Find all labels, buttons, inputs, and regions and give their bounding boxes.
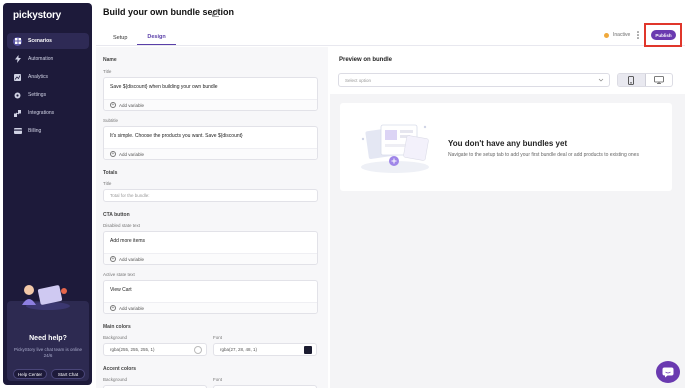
accent-font-label: Font: [213, 377, 223, 382]
empty-state-title: You don't have any bundles yet: [448, 139, 568, 148]
plus-circle-icon: +: [110, 150, 116, 157]
subtitle-value: It's simple. Choose the products you wan…: [110, 133, 243, 139]
totals-title-input[interactable]: Total for the bundle:: [103, 189, 318, 202]
add-variable-label: Add variable: [119, 256, 145, 262]
sidebar-item-label: Integrations: [28, 110, 55, 116]
sidebar-item-label: Billing: [28, 128, 42, 134]
background-color-value: rgba(255, 255, 255, 1): [110, 347, 155, 352]
start-chat-button[interactable]: Start Chat: [51, 369, 85, 379]
add-variable-button[interactable]: + Add variable: [104, 253, 317, 264]
mobile-view-button[interactable]: [618, 74, 646, 86]
plus-circle-icon: +: [110, 101, 116, 108]
add-variable-button[interactable]: + Add variable: [104, 148, 317, 159]
grid-icon: [13, 36, 22, 46]
add-variable-label: Add variable: [119, 305, 145, 311]
sidebar: pickystory Scenarios Automation Analytic…: [3, 3, 92, 385]
device-toggle: [617, 73, 673, 87]
gear-icon: [13, 91, 22, 100]
active-state-value: View Cart: [110, 287, 132, 293]
desktop-view-button[interactable]: [646, 74, 673, 86]
active-state-label: Active state text: [103, 272, 135, 277]
sidebar-item-integrations[interactable]: Integrations: [7, 105, 89, 121]
font-label: Font: [213, 335, 223, 340]
help-card: Need help? PickyStory live chat team is …: [7, 285, 89, 381]
card-icon: [13, 127, 22, 136]
plus-circle-icon: +: [110, 255, 116, 262]
sidebar-item-billing[interactable]: Billing: [7, 123, 89, 139]
chart-icon: [13, 73, 22, 82]
help-title: Need help?: [29, 335, 67, 342]
chevron-down-icon: [598, 78, 604, 82]
chat-icon: [662, 367, 674, 377]
status-text: Inactive: [613, 32, 631, 38]
disabled-state-label: Disabled state text: [103, 223, 141, 228]
color-swatch[interactable]: [304, 346, 312, 354]
sidebar-item-label: Analytics: [28, 74, 49, 80]
more-vertical-icon[interactable]: [636, 31, 640, 39]
disabled-state-value: Add more items: [110, 238, 146, 244]
background-color-input[interactable]: rgba(255, 255, 255, 1): [103, 343, 207, 356]
title-value: Save ${discount} when building your own …: [110, 84, 218, 90]
mobile-icon: [628, 75, 635, 85]
font-color-input[interactable]: rgba(27, 28, 48, 1): [213, 343, 317, 356]
logo[interactable]: pickystory: [13, 10, 61, 21]
help-center-button[interactable]: Help Center: [13, 369, 47, 379]
tab-design[interactable]: Design: [137, 30, 176, 45]
subtitle-field[interactable]: It's simple. Choose the products you wan…: [103, 126, 318, 160]
publish-button[interactable]: Publish: [651, 30, 676, 40]
integrations-icon: [13, 109, 22, 118]
add-variable-button[interactable]: + Add variable: [104, 302, 317, 313]
tab-bar: Setup Design: [103, 30, 176, 45]
background-label: Background: [103, 335, 128, 340]
empty-bundle-illustration-icon: [361, 124, 429, 173]
select-placeholder: Select option: [345, 77, 372, 83]
name-section-heading: Name: [103, 57, 117, 63]
add-variable-button[interactable]: + Add variable: [104, 99, 317, 110]
bundle-select[interactable]: Select option: [338, 73, 610, 87]
title-field[interactable]: Save ${discount} when building your own …: [103, 77, 318, 111]
tab-setup[interactable]: Setup: [103, 30, 137, 45]
add-variable-label: Add variable: [119, 102, 145, 108]
cta-section-heading: CTA button: [103, 212, 130, 218]
tab-divider: [96, 45, 685, 46]
pencil-icon[interactable]: [211, 8, 220, 17]
disabled-state-field[interactable]: Add more items + Add variable: [103, 231, 318, 265]
plus-circle-icon: +: [110, 304, 116, 311]
sidebar-item-settings[interactable]: Settings: [7, 87, 89, 103]
sidebar-item-label: Settings: [28, 92, 47, 98]
desktop-icon: [653, 76, 664, 84]
accent-background-label: Background: [103, 377, 128, 382]
active-state-field[interactable]: View Cart + Add variable: [103, 280, 318, 314]
main-colors-heading: Main colors: [103, 324, 131, 330]
status-dot-icon: [604, 32, 609, 38]
chat-launcher-button[interactable]: [656, 361, 680, 383]
empty-state-subtitle: Navigate to the setup tab to add your fi…: [448, 152, 639, 158]
sidebar-item-label: Scenarios: [28, 38, 52, 44]
empty-state-card: You don't have any bundles yet Navigate …: [340, 103, 672, 191]
sidebar-item-analytics[interactable]: Analytics: [7, 69, 89, 85]
bolt-icon: [13, 55, 22, 64]
totals-section-heading: Totals: [103, 170, 118, 176]
accent-colors-heading: Accent colors: [103, 366, 137, 372]
sidebar-item-scenarios[interactable]: Scenarios: [7, 33, 89, 49]
sidebar-nav: Scenarios Automation Analytics Settings …: [7, 33, 89, 141]
totals-title-label: Title: [103, 181, 112, 186]
support-illustration-icon: [22, 285, 70, 310]
status-badge: Inactive: [604, 32, 630, 38]
help-subtitle: PickyStory live chat team is online 24/6: [13, 347, 83, 358]
add-variable-label: Add variable: [119, 151, 145, 157]
subtitle-label: Subtitle: [103, 118, 119, 123]
sidebar-item-automation[interactable]: Automation: [7, 51, 89, 67]
design-form: Name Title Save ${discount} when buildin…: [96, 47, 328, 388]
color-swatch[interactable]: [194, 346, 202, 354]
title-label: Title: [103, 69, 112, 74]
preview-title: Preview on bundle: [339, 57, 393, 63]
font-color-value: rgba(27, 28, 48, 1): [220, 347, 258, 352]
sidebar-item-label: Automation: [28, 56, 54, 62]
